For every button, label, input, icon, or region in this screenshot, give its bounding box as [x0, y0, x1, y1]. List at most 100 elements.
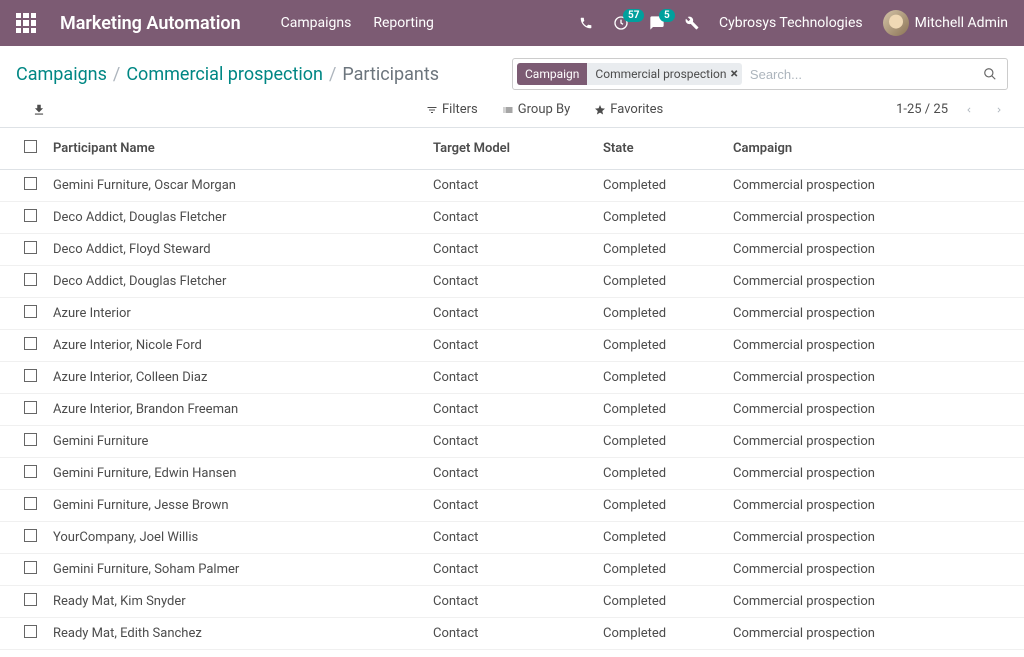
breadcrumb-current: Participants: [342, 64, 439, 85]
row-checkbox[interactable]: [24, 561, 37, 574]
column-name[interactable]: Participant Name: [45, 128, 425, 170]
cell-campaign: Commercial prospection: [725, 362, 1024, 394]
row-checkbox[interactable]: [24, 337, 37, 350]
search-box[interactable]: Campaign Commercial prospection ×: [512, 58, 1008, 90]
table-row[interactable]: Azure Interior, Brandon Freeman Contact …: [0, 394, 1024, 426]
row-checkbox[interactable]: [24, 209, 37, 222]
table-row[interactable]: YourCompany, Joel Willis Contact Complet…: [0, 522, 1024, 554]
breadcrumb-commercial[interactable]: Commercial prospection: [126, 64, 323, 85]
table-row[interactable]: Deco Addict, Douglas Fletcher Contact Co…: [0, 202, 1024, 234]
breadcrumb-campaigns[interactable]: Campaigns: [16, 64, 107, 85]
cell-state: Completed: [595, 650, 725, 655]
cell-target: Contact: [425, 458, 595, 490]
row-checkbox[interactable]: [24, 369, 37, 382]
search-icon[interactable]: [973, 67, 1007, 81]
cell-campaign: Commercial prospection: [725, 618, 1024, 650]
table-row[interactable]: Gemini Furniture, Edwin Hansen Contact C…: [0, 458, 1024, 490]
pager-text[interactable]: 1-25 / 25: [896, 102, 948, 117]
cell-campaign: Commercial prospection: [725, 202, 1024, 234]
activity-icon[interactable]: 57: [613, 15, 629, 31]
cell-name: Azure Interior, Brandon Freeman: [45, 394, 425, 426]
table-row[interactable]: Azure Interior Contact Completed Commerc…: [0, 298, 1024, 330]
row-checkbox[interactable]: [24, 433, 37, 446]
cell-name: Deco Addict, Floyd Steward: [45, 234, 425, 266]
table-row[interactable]: Azure Interior, Colleen Diaz Contact Com…: [0, 362, 1024, 394]
row-checkbox[interactable]: [24, 625, 37, 638]
pager-prev-icon[interactable]: [960, 103, 978, 117]
facet-label: Campaign: [517, 63, 587, 85]
apps-icon[interactable]: [16, 13, 36, 33]
table-row[interactable]: Deco Addict, Douglas Fletcher Contact Co…: [0, 266, 1024, 298]
settings-icon[interactable]: [685, 16, 699, 30]
table-row[interactable]: Azure Interior, Nicole Ford Contact Comp…: [0, 330, 1024, 362]
cell-name: Gemini Furniture, Soham Palmer: [45, 554, 425, 586]
nav-campaigns[interactable]: Campaigns: [281, 15, 352, 31]
cell-state: Completed: [595, 522, 725, 554]
table-row[interactable]: Gemini Furniture, Jesse Brown Contact Co…: [0, 490, 1024, 522]
row-checkbox[interactable]: [24, 305, 37, 318]
row-checkbox[interactable]: [24, 401, 37, 414]
cell-name: Deco Addict, Douglas Fletcher: [45, 202, 425, 234]
pager-next-icon[interactable]: [990, 103, 1008, 117]
cell-state: Completed: [595, 362, 725, 394]
select-all-checkbox[interactable]: [24, 140, 37, 153]
cell-name: Ready Mat, Kim Snyder: [45, 586, 425, 618]
control-panel: Campaigns / Commercial prospection / Par…: [0, 46, 1024, 127]
cell-state: Completed: [595, 458, 725, 490]
table-row[interactable]: Ready Mat, Kim Snyder Contact Completed …: [0, 586, 1024, 618]
cell-target: Contact: [425, 650, 595, 655]
table-row[interactable]: Ready Mat, Edith Sanchez Contact Complet…: [0, 618, 1024, 650]
cell-name: Gemini Furniture, Edwin Hansen: [45, 458, 425, 490]
cell-state: Completed: [595, 490, 725, 522]
table-row[interactable]: Gemini Furniture Contact Completed Comme…: [0, 426, 1024, 458]
cell-state: Completed: [595, 394, 725, 426]
row-checkbox[interactable]: [24, 529, 37, 542]
search-input[interactable]: [742, 59, 973, 89]
cell-target: Contact: [425, 234, 595, 266]
cell-name: Azure Interior: [45, 298, 425, 330]
table-row[interactable]: Gemini Furniture, Oscar Morgan Contact C…: [0, 170, 1024, 202]
phone-icon[interactable]: [579, 16, 593, 30]
export-icon[interactable]: [32, 103, 46, 117]
company-name[interactable]: Cybrosys Technologies: [719, 15, 863, 31]
row-checkbox[interactable]: [24, 241, 37, 254]
cell-target: Contact: [425, 298, 595, 330]
cell-state: Completed: [595, 554, 725, 586]
table-row[interactable]: Deco Addict, Floyd Steward Contact Compl…: [0, 234, 1024, 266]
messaging-badge: 5: [659, 9, 675, 22]
nav-reporting[interactable]: Reporting: [373, 15, 434, 31]
cell-campaign: Commercial prospection: [725, 650, 1024, 655]
cell-target: Contact: [425, 266, 595, 298]
list-view[interactable]: Participant Name Target Model State Camp…: [0, 127, 1024, 654]
row-checkbox[interactable]: [24, 465, 37, 478]
favorites-button[interactable]: Favorites: [594, 102, 663, 117]
cell-name: YourCompany, Joel Willis: [45, 522, 425, 554]
row-checkbox[interactable]: [24, 593, 37, 606]
column-target[interactable]: Target Model: [425, 128, 595, 170]
cell-name: Azure Interior, Colleen Diaz: [45, 362, 425, 394]
cell-target: Contact: [425, 426, 595, 458]
cell-state: Completed: [595, 330, 725, 362]
column-campaign[interactable]: Campaign: [725, 128, 1024, 170]
breadcrumb-separator: /: [113, 64, 120, 85]
row-checkbox[interactable]: [24, 177, 37, 190]
facet-value: Commercial prospection ×: [587, 63, 742, 85]
messaging-icon[interactable]: 5: [649, 15, 665, 31]
filters-button[interactable]: Filters: [426, 102, 478, 117]
cell-campaign: Commercial prospection: [725, 330, 1024, 362]
groupby-button[interactable]: Group By: [502, 102, 571, 117]
column-state[interactable]: State: [595, 128, 725, 170]
table-row[interactable]: Gemini Furniture, Soham Palmer Contact C…: [0, 554, 1024, 586]
table-row[interactable]: Ready Mat, Travis Mendoza Contact Comple…: [0, 650, 1024, 655]
row-checkbox[interactable]: [24, 273, 37, 286]
cell-campaign: Commercial prospection: [725, 170, 1024, 202]
cell-campaign: Commercial prospection: [725, 234, 1024, 266]
top-navbar: Marketing Automation Campaigns Reporting…: [0, 0, 1024, 46]
breadcrumb: Campaigns / Commercial prospection / Par…: [16, 64, 439, 85]
cell-target: Contact: [425, 554, 595, 586]
activity-badge: 57: [623, 9, 644, 22]
user-menu[interactable]: Mitchell Admin: [883, 10, 1008, 36]
facet-remove-icon[interactable]: ×: [730, 67, 737, 81]
cell-name: Gemini Furniture: [45, 426, 425, 458]
row-checkbox[interactable]: [24, 497, 37, 510]
